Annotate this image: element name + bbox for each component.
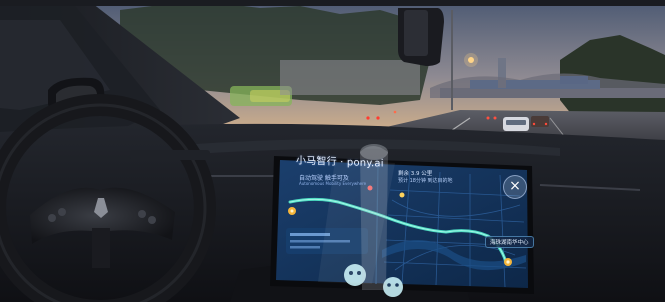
close-icon[interactable]: × xyxy=(503,175,527,199)
phone-mount xyxy=(360,146,388,290)
infotainment-screen xyxy=(270,156,534,297)
destination-label: 海珠湖南华中心 xyxy=(485,236,534,248)
car-interior-photo xyxy=(0,0,665,302)
photo-frame: 小马智行 · pony.ai 自动驾驶 触手可及 Autonomous Mobi… xyxy=(0,0,665,302)
